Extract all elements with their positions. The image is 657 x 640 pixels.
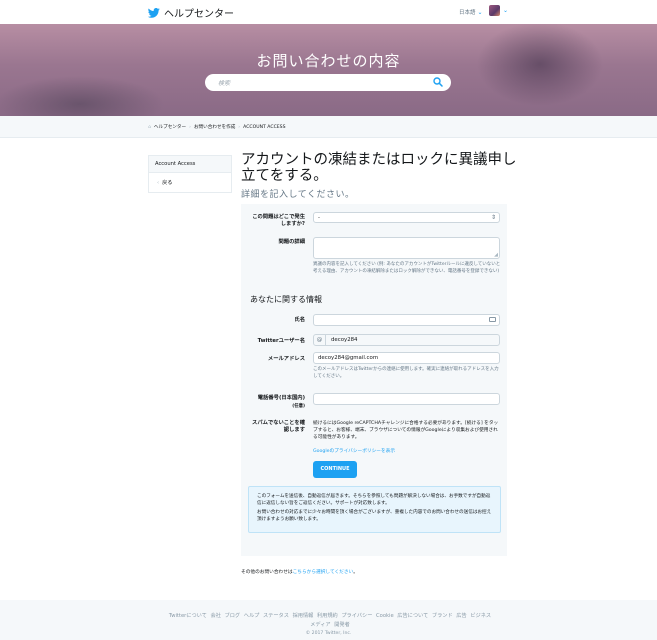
- at-icon: @: [314, 335, 326, 345]
- select-arrows-icon: ⇕: [490, 214, 496, 221]
- footer-links-line-2[interactable]: メディア 開発者: [150, 621, 510, 630]
- phone-optional: (任意): [292, 404, 305, 409]
- email-label: メールアドレス: [267, 356, 305, 362]
- chevron-right-icon: ›: [238, 124, 241, 130]
- breadcrumb-create-request[interactable]: お問い合わせを作成: [194, 124, 235, 130]
- resize-handle-icon[interactable]: ◢: [494, 252, 498, 258]
- details-help: 異議の内容を記入してください (例: あなたのアカウントがTwitterルールに…: [313, 262, 501, 274]
- search-placeholder: 検索: [218, 80, 231, 87]
- other-prefix: その他のお問い合わせは: [241, 570, 293, 575]
- recaptcha-text: 続けるにはGoogle reCAPTCHAチャレンジに合格する必要があります。[…: [313, 421, 499, 440]
- where-select[interactable]: - ⇕: [313, 212, 500, 223]
- top-bar: ヘルプセンター 日本語 ⌄ ⌄: [0, 0, 657, 24]
- info-line-2: お問い合わせの対応までに少々お時間を頂く場合がございますが、重複した内容でのお問…: [257, 510, 492, 522]
- phone-field[interactable]: [313, 393, 500, 405]
- info-line-1: このフォームを送信後、自動返信が届きます。そちらを参照しても問題が解決しない場合…: [257, 494, 491, 506]
- username-value: decoy284: [331, 337, 358, 343]
- breadcrumb-help-center[interactable]: ヘルプセンター: [154, 124, 186, 130]
- username-label: Twitterユーザー名: [257, 338, 305, 344]
- email-help: このメールアドレスはTwitterからの連絡に使用します。確実に連絡が取れるアド…: [313, 367, 499, 379]
- hero-title: お問い合わせの内容: [256, 52, 401, 70]
- account-menu[interactable]: ⌄: [489, 5, 508, 16]
- chevron-right-icon: ›: [189, 124, 191, 130]
- user-avatar: [489, 5, 500, 16]
- chevron-down-icon: ⌄: [503, 7, 509, 14]
- other-inquiries-link[interactable]: こちらから選択してください: [293, 570, 354, 575]
- sidebar-item-back[interactable]: ‹ 戻る: [149, 173, 231, 192]
- page-subtitle: 詳細を記入してください。: [241, 190, 355, 200]
- about-you-heading: あなたに関する情報: [250, 295, 322, 304]
- details-label: 問題の詳細: [278, 239, 306, 245]
- brand[interactable]: ヘルプセンター: [148, 5, 234, 20]
- footer-links: Twitterについて 会社 ブログ ヘルプ ステータス 採用情報 利用規約 プ…: [150, 612, 510, 630]
- search-icon[interactable]: [433, 77, 443, 87]
- spam-label: スパムでないことを確認します: [252, 420, 305, 433]
- chevron-down-icon: ⌄: [477, 8, 483, 16]
- username-field: @ decoy284: [313, 334, 500, 346]
- other-suffix: 。: [353, 570, 358, 575]
- chevron-left-icon: ‹: [157, 180, 160, 186]
- contact-card-icon: [489, 317, 496, 322]
- breadcrumb-bar: ⌂ ヘルプセンター › お問い合わせを作成 › ACCOUNT ACCESS: [0, 116, 657, 138]
- where-select-value: -: [318, 215, 320, 221]
- footer: Twitterについて 会社 ブログ ヘルプ ステータス 採用情報 利用規約 プ…: [0, 600, 657, 640]
- name-field[interactable]: [313, 314, 500, 326]
- email-value: decoy284@gmail.com: [318, 355, 379, 361]
- footer-links-line-1[interactable]: Twitterについて 会社 ブログ ヘルプ ステータス 採用情報 利用規約 プ…: [150, 612, 510, 621]
- email-field[interactable]: decoy284@gmail.com: [313, 352, 500, 364]
- name-label: 氏名: [294, 317, 305, 323]
- privacy-policy-link[interactable]: Googleのプライバシーポリシーを表示: [313, 449, 395, 456]
- continue-button[interactable]: CONTINUE: [313, 461, 357, 478]
- twitter-bird-icon: [148, 7, 160, 18]
- sidebar: Account Access ‹ 戻る: [148, 155, 232, 193]
- home-icon[interactable]: ⌂: [148, 125, 151, 130]
- other-inquiries: その他のお問い合わせはこちらから選択してください。: [241, 569, 358, 575]
- brand-title: ヘルプセンター: [164, 9, 234, 20]
- phone-label: 電話番号(日本国内): [257, 395, 305, 401]
- language-label: 日本語: [459, 10, 476, 16]
- language-selector[interactable]: 日本語 ⌄: [459, 8, 483, 17]
- hero-banner: お問い合わせの内容 検索: [0, 24, 657, 116]
- sidebar-heading[interactable]: Account Access: [149, 156, 231, 173]
- breadcrumb: ⌂ ヘルプセンター › お問い合わせを作成 › ACCOUNT ACCESS: [148, 124, 286, 131]
- breadcrumb-current: ACCOUNT ACCESS: [243, 124, 286, 130]
- details-textarea[interactable]: ◢: [313, 237, 500, 259]
- copyright: © 2017 Twitter, Inc.: [305, 631, 352, 636]
- sidebar-item-label: 戻る: [162, 180, 173, 186]
- where-label: この問題はどこで発生しますか?: [252, 214, 305, 227]
- search-input[interactable]: 検索: [205, 74, 451, 91]
- support-form: この問題はどこで発生しますか? - ⇕ 問題の詳細 ◢ 異議の内容を記入してくだ…: [241, 204, 507, 556]
- info-notice: このフォームを送信後、自動返信が届きます。そちらを参照しても問題が解決しない場合…: [248, 486, 501, 533]
- page-title: アカウントの凍結またはロックに異議申し立てをする。: [241, 152, 517, 184]
